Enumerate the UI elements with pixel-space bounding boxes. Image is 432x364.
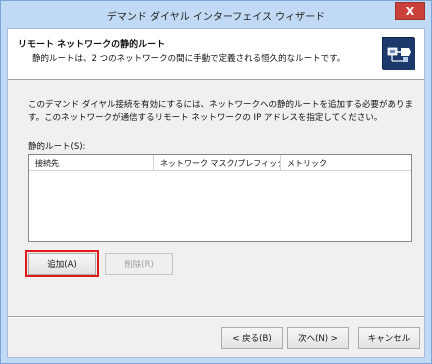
network-wizard-icon [382,37,415,70]
instruction-text: このデマンド ダイヤル接続を有効にするには、ネットワークへの静的ルートを追加する… [28,100,414,123]
add-button[interactable]: 追加(A) [28,253,96,275]
page-title: リモート ネットワークの静的ルート [18,40,166,50]
static-routes-label: 静的ルート(S): [28,142,86,152]
static-routes-list[interactable]: 接続先 ネットワーク マスク/プレフィックス... メトリック [28,154,412,242]
window-title: デマンド ダイヤル インターフェイス ウィザード [106,12,326,23]
back-button[interactable]: < 戻る(B) [221,327,283,349]
list-header: 接続先 ネットワーク マスク/プレフィックス... メトリック [29,155,411,171]
title-bar[interactable]: デマンド ダイヤル インターフェイス ウィザード X [1,1,431,27]
next-button[interactable]: 次へ(N) > [287,327,349,349]
cancel-button[interactable]: キャンセル [358,327,420,349]
column-header-metric[interactable]: メトリック [281,155,411,171]
wizard-window: デマンド ダイヤル インターフェイス ウィザード X リモート ネットワークの静… [0,0,432,364]
close-icon: X [405,4,415,18]
column-header-destination[interactable]: 接続先 [29,155,154,171]
wizard-header: リモート ネットワークの静的ルート 静的ルートは、2 つのネットワークの間に手動… [8,29,424,80]
wizard-page: リモート ネットワークの静的ルート 静的ルートは、2 つのネットワークの間に手動… [7,28,425,358]
page-subtitle: 静的ルートは、2 つのネットワークの間に手動で定義される恒久的なルートです。 [32,54,346,64]
column-header-netmask[interactable]: ネットワーク マスク/プレフィックス... [154,155,281,171]
close-button[interactable]: X [395,2,425,20]
delete-button[interactable]: 削除(R) [105,253,173,275]
footer-divider [8,316,424,318]
